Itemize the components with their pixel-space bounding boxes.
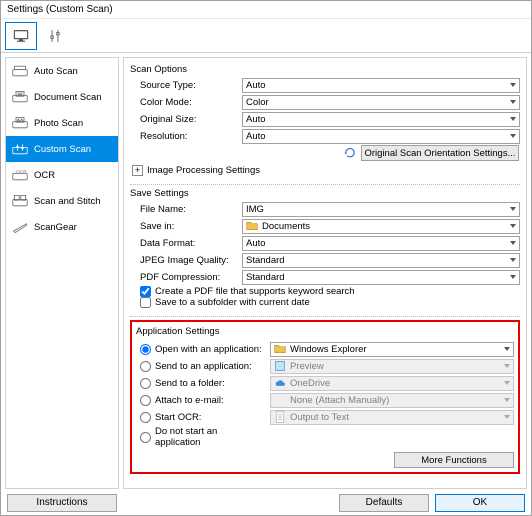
section-title-app-settings: Application Settings: [136, 326, 514, 337]
radio-do-not-start-label[interactable]: Do not start an application: [136, 426, 264, 448]
radio-send-folder-label[interactable]: Send to a folder:: [136, 378, 264, 389]
section-title-scan-options: Scan Options: [130, 64, 520, 75]
sidebar-item-label: Custom Scan: [34, 144, 91, 155]
sidebar-item-label: Photo Scan: [34, 118, 83, 129]
orientation-refresh-icon: [343, 146, 357, 160]
radio-do-not-start[interactable]: [140, 432, 151, 443]
folder-icon: [274, 343, 286, 355]
sidebar-item-scan-and-stitch[interactable]: Scan and Stitch: [6, 188, 118, 214]
sidebar-item-scangear[interactable]: ScanGear: [6, 214, 118, 240]
color-mode-select[interactable]: Color: [242, 95, 520, 110]
original-size-label: Original Size:: [130, 114, 236, 125]
sidebar-item-label: Auto Scan: [34, 66, 78, 77]
file-name-label: File Name:: [130, 204, 236, 215]
img-proc-label: Image Processing Settings: [147, 165, 260, 176]
chk-subfolder-label: Save to a subfolder with current date: [155, 297, 310, 308]
more-functions-button[interactable]: More Functions: [394, 452, 514, 468]
data-format-label: Data Format:: [130, 238, 236, 249]
svg-text:OCR: OCR: [16, 169, 27, 175]
chk-subfolder[interactable]: [140, 297, 151, 308]
radio-open-app[interactable]: [140, 344, 151, 355]
photo-icon: [12, 116, 28, 130]
sidebar-item-ocr[interactable]: OCR OCR: [6, 162, 118, 188]
original-size-select[interactable]: Auto: [242, 112, 520, 127]
img-proc-expander[interactable]: +: [132, 165, 143, 176]
sidebar-item-label: OCR: [34, 170, 55, 181]
resolution-select[interactable]: Auto: [242, 129, 520, 144]
radio-send-app-label[interactable]: Send to an application:: [136, 361, 264, 372]
source-type-select[interactable]: Auto: [242, 78, 520, 93]
pdf-compression-select[interactable]: Standard: [242, 270, 520, 285]
sidebar-item-custom-scan[interactable]: Custom Scan: [6, 136, 118, 162]
content-panel: Scan Options Source Type: Auto Color Mod…: [123, 57, 527, 489]
radio-start-ocr[interactable]: [140, 412, 151, 423]
scangear-icon: [12, 220, 28, 234]
onedrive-icon: [274, 377, 286, 389]
source-type-label: Source Type:: [130, 80, 236, 91]
sidebar-item-label: Document Scan: [34, 92, 102, 103]
custom-icon: [12, 142, 28, 156]
jpeg-quality-label: JPEG Image Quality:: [130, 255, 236, 266]
send-folder-select: OneDrive: [270, 376, 514, 391]
ok-button[interactable]: OK: [435, 494, 525, 512]
radio-start-ocr-label[interactable]: Start OCR:: [136, 412, 264, 423]
folder-icon: [246, 220, 258, 232]
radio-open-app-label[interactable]: Open with an application:: [136, 344, 264, 355]
save-in-select[interactable]: Documents: [242, 219, 520, 234]
stitch-icon: [12, 194, 28, 208]
sidebar-item-document-scan[interactable]: Document Scan: [6, 84, 118, 110]
color-mode-label: Color Mode:: [130, 97, 236, 108]
ocr-icon: OCR: [12, 168, 28, 182]
mode-tab-tools[interactable]: [39, 22, 71, 50]
sidebar: Auto Scan Document Scan Photo Scan Custo…: [5, 57, 119, 489]
radio-attach-email-label[interactable]: Attach to e-mail:: [136, 395, 264, 406]
sidebar-item-auto-scan[interactable]: Auto Scan: [6, 58, 118, 84]
sidebar-item-photo-scan[interactable]: Photo Scan: [6, 110, 118, 136]
pdf-compression-label: PDF Compression:: [130, 272, 236, 283]
attach-email-select: None (Attach Manually): [270, 393, 514, 408]
section-title-save-settings: Save Settings: [130, 188, 520, 199]
sidebar-item-label: Scan and Stitch: [34, 196, 101, 207]
sidebar-item-label: ScanGear: [34, 222, 77, 233]
monitor-icon: [13, 29, 29, 43]
radio-send-folder[interactable]: [140, 378, 151, 389]
preview-icon: [274, 360, 286, 372]
start-ocr-select: Output to Text: [270, 410, 514, 425]
resolution-label: Resolution:: [130, 131, 236, 142]
scanner-icon: [12, 64, 28, 78]
defaults-button[interactable]: Defaults: [339, 494, 429, 512]
text-file-icon: [274, 411, 286, 423]
instructions-button[interactable]: Instructions: [7, 494, 117, 512]
send-app-select: Preview: [270, 359, 514, 374]
save-in-label: Save in:: [130, 221, 236, 232]
window-title: Settings (Custom Scan): [7, 4, 113, 15]
chk-pdf-keyword[interactable]: [140, 286, 151, 297]
chk-pdf-keyword-label: Create a PDF file that supports keyword …: [155, 286, 355, 297]
orientation-settings-button[interactable]: Original Scan Orientation Settings...: [361, 145, 519, 161]
open-app-select[interactable]: Windows Explorer: [270, 342, 514, 357]
document-icon: [12, 90, 28, 104]
mode-tab-scan-settings[interactable]: [5, 22, 37, 50]
radio-send-app[interactable]: [140, 361, 151, 372]
tools-icon: [47, 29, 63, 43]
jpeg-quality-select[interactable]: Standard: [242, 253, 520, 268]
data-format-select[interactable]: Auto: [242, 236, 520, 251]
radio-attach-email[interactable]: [140, 395, 151, 406]
file-name-select[interactable]: IMG: [242, 202, 520, 217]
